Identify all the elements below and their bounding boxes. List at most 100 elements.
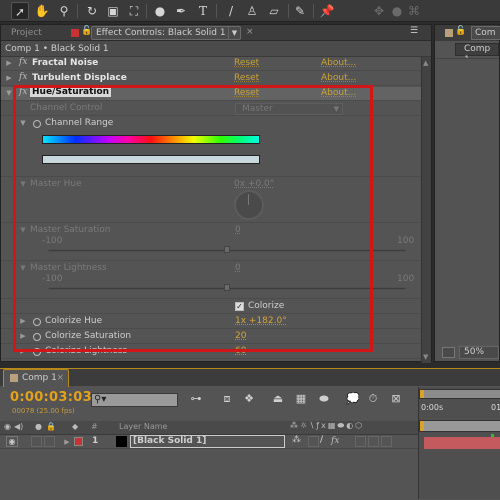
colorize-checkbox[interactable]: ✓ bbox=[235, 302, 244, 311]
layer-duration-bar[interactable] bbox=[424, 437, 500, 449]
rotation-tool-icon[interactable]: ↻ bbox=[83, 2, 101, 20]
expand-arrow-icon[interactable]: ▶ bbox=[19, 347, 27, 355]
hue-dial[interactable] bbox=[234, 190, 264, 220]
reset-link[interactable]: Reset bbox=[234, 73, 259, 83]
expand-arrow-icon[interactable]: ▶ bbox=[5, 59, 13, 67]
fx-icon[interactable]: fx bbox=[19, 57, 27, 67]
layer-row[interactable]: ◉ ▶ 1 [Black Solid 1] ⁂ / fx bbox=[0, 435, 418, 449]
slider-thumb[interactable] bbox=[224, 284, 230, 291]
effect-row-hue-saturation[interactable]: ▼ fx Hue/Saturation Reset About... bbox=[1, 87, 421, 101]
collapse-arrow-icon[interactable]: ▼ bbox=[5, 89, 13, 97]
lock-icon[interactable]: 🔓 bbox=[455, 26, 466, 36]
reset-link[interactable]: Reset bbox=[234, 58, 259, 68]
stopwatch-icon[interactable] bbox=[33, 333, 41, 341]
scroll-up-icon[interactable]: ▲ bbox=[423, 59, 428, 67]
tab-comp-1[interactable]: Comp 1 × bbox=[3, 369, 69, 387]
quality-switch-icon[interactable]: / bbox=[320, 435, 323, 445]
tab-project[interactable]: Project bbox=[5, 26, 48, 41]
panel-menu-icon[interactable]: ☰ bbox=[410, 26, 418, 36]
collapse-arrow-icon[interactable]: ▼ bbox=[19, 119, 27, 127]
tab-composition[interactable]: Com bbox=[471, 26, 500, 40]
motion-blur-switch[interactable] bbox=[368, 436, 379, 447]
about-link[interactable]: About... bbox=[321, 73, 356, 83]
collapse-arrow-icon[interactable]: ▼ bbox=[19, 180, 27, 188]
hue-spectrum-bar[interactable] bbox=[42, 135, 260, 144]
stopwatch-icon[interactable] bbox=[33, 318, 41, 326]
about-link[interactable]: About... bbox=[321, 88, 356, 98]
brush-tool-icon[interactable]: / bbox=[222, 2, 240, 20]
tab-effect-controls[interactable]: Effect Controls: Black Solid 1 ▼ bbox=[91, 26, 241, 40]
stopwatch-icon[interactable] bbox=[33, 120, 41, 128]
frame-blend-switch[interactable] bbox=[355, 436, 366, 447]
lock-icon[interactable]: 🔒 bbox=[46, 422, 56, 431]
zoom-tool-icon[interactable]: ⚲ bbox=[55, 2, 73, 20]
vertical-scrollbar[interactable]: ▲ ▼ bbox=[421, 57, 431, 363]
selection-tool-icon[interactable]: ➚ bbox=[11, 2, 29, 20]
colorize-lightness-value[interactable]: 60 bbox=[235, 346, 246, 356]
layer-search-input[interactable]: ⚲▾ bbox=[91, 393, 178, 407]
hide-shy-layers-icon[interactable]: ⏏ bbox=[270, 391, 286, 407]
expand-arrow-icon[interactable]: ▶ bbox=[63, 438, 71, 446]
adjustment-switch[interactable] bbox=[381, 436, 392, 447]
snapshot-icon[interactable] bbox=[442, 347, 455, 358]
master-saturation-value[interactable]: 0 bbox=[235, 225, 241, 235]
colorize-saturation-value[interactable]: 20 bbox=[235, 331, 246, 341]
column-number-header[interactable]: # bbox=[91, 422, 98, 431]
puppet-pin-tool-icon[interactable]: 📌 bbox=[318, 2, 336, 20]
shy-switch-icon[interactable]: ⁂ bbox=[292, 435, 301, 445]
collapse-arrow-icon[interactable]: ▼ bbox=[19, 226, 27, 234]
scroll-down-icon[interactable]: ▼ bbox=[423, 353, 428, 361]
frame-blending-icon[interactable]: ▦ bbox=[293, 391, 309, 407]
work-area-start-handle[interactable] bbox=[420, 390, 424, 398]
solo-icon[interactable]: ● bbox=[35, 422, 42, 431]
zoom-dropdown[interactable]: 50% bbox=[459, 346, 499, 359]
pen-tool-icon[interactable]: ✒ bbox=[172, 2, 190, 20]
collapse-switch[interactable] bbox=[308, 436, 319, 447]
column-layer-name-header[interactable]: Layer Name bbox=[119, 422, 167, 431]
label-tag-icon[interactable]: ◆ bbox=[72, 422, 78, 431]
fx-icon[interactable]: fx bbox=[19, 87, 27, 97]
eraser-tool-icon[interactable]: ▱ bbox=[265, 2, 283, 20]
live-update-icon[interactable]: ⧈ bbox=[219, 391, 235, 407]
fx-icon[interactable]: fx bbox=[19, 72, 27, 82]
master-lightness-value[interactable]: 0 bbox=[235, 263, 241, 273]
master-hue-value[interactable]: 0x +0.0° bbox=[234, 179, 274, 189]
current-time-indicator[interactable] bbox=[420, 421, 424, 431]
visibility-eye-icon[interactable]: ◉ bbox=[6, 436, 18, 447]
expand-arrow-icon[interactable]: ▶ bbox=[19, 332, 27, 340]
expand-arrow-icon[interactable]: ▶ bbox=[19, 317, 27, 325]
current-time-display[interactable]: 0:00:03:03 bbox=[10, 390, 92, 405]
pan-behind-tool-icon[interactable]: ⛶ bbox=[125, 2, 143, 20]
graph-editor-icon[interactable]: ⊠ bbox=[388, 391, 404, 407]
time-navigator-bar[interactable] bbox=[419, 420, 500, 432]
audio-icon[interactable]: ◀) bbox=[14, 422, 23, 431]
effect-row-fractal-noise[interactable]: ▶ fx Fractal Noise Reset About... bbox=[1, 57, 421, 71]
close-icon[interactable]: × bbox=[246, 27, 254, 37]
slider-thumb[interactable] bbox=[224, 246, 230, 253]
hand-tool-icon[interactable]: ✋ bbox=[33, 2, 51, 20]
audio-toggle[interactable] bbox=[31, 436, 42, 447]
ellipse-tool-icon[interactable]: ● bbox=[151, 2, 169, 20]
collapse-arrow-icon[interactable]: ▼ bbox=[19, 264, 27, 272]
close-icon[interactable]: × bbox=[56, 370, 64, 387]
motion-blur-icon[interactable]: ⬬ bbox=[316, 391, 332, 407]
effect-row-turbulent-displace[interactable]: ▶ fx Turbulent Displace Reset About... bbox=[1, 72, 421, 86]
camera-tool-icon[interactable]: ▣ bbox=[104, 2, 122, 20]
auto-keyframe-icon[interactable]: ⏱ bbox=[365, 391, 381, 407]
comp-navigator-button[interactable]: Comp 1 bbox=[455, 43, 499, 65]
draft-3d-icon[interactable]: ❖ bbox=[241, 391, 257, 407]
layer-label-color[interactable] bbox=[74, 437, 83, 446]
solo-toggle[interactable] bbox=[44, 436, 55, 447]
effects-switch-icon[interactable]: fx bbox=[331, 436, 339, 446]
type-tool-icon[interactable]: T bbox=[194, 2, 212, 20]
reset-link[interactable]: Reset bbox=[234, 88, 259, 98]
about-link[interactable]: About... bbox=[321, 58, 356, 68]
expand-arrow-icon[interactable]: ▶ bbox=[5, 74, 13, 82]
layer-name[interactable]: [Black Solid 1] bbox=[130, 435, 285, 448]
channel-control-dropdown[interactable]: Master ▼ bbox=[235, 103, 343, 115]
chevron-down-icon[interactable]: ▼ bbox=[228, 27, 240, 39]
work-area-bar[interactable] bbox=[419, 389, 500, 399]
clone-stamp-tool-icon[interactable]: ♙ bbox=[243, 2, 261, 20]
comp-mini-flowchart-icon[interactable]: ⊶ bbox=[188, 391, 204, 407]
eye-icon[interactable]: ◉ bbox=[4, 422, 11, 431]
